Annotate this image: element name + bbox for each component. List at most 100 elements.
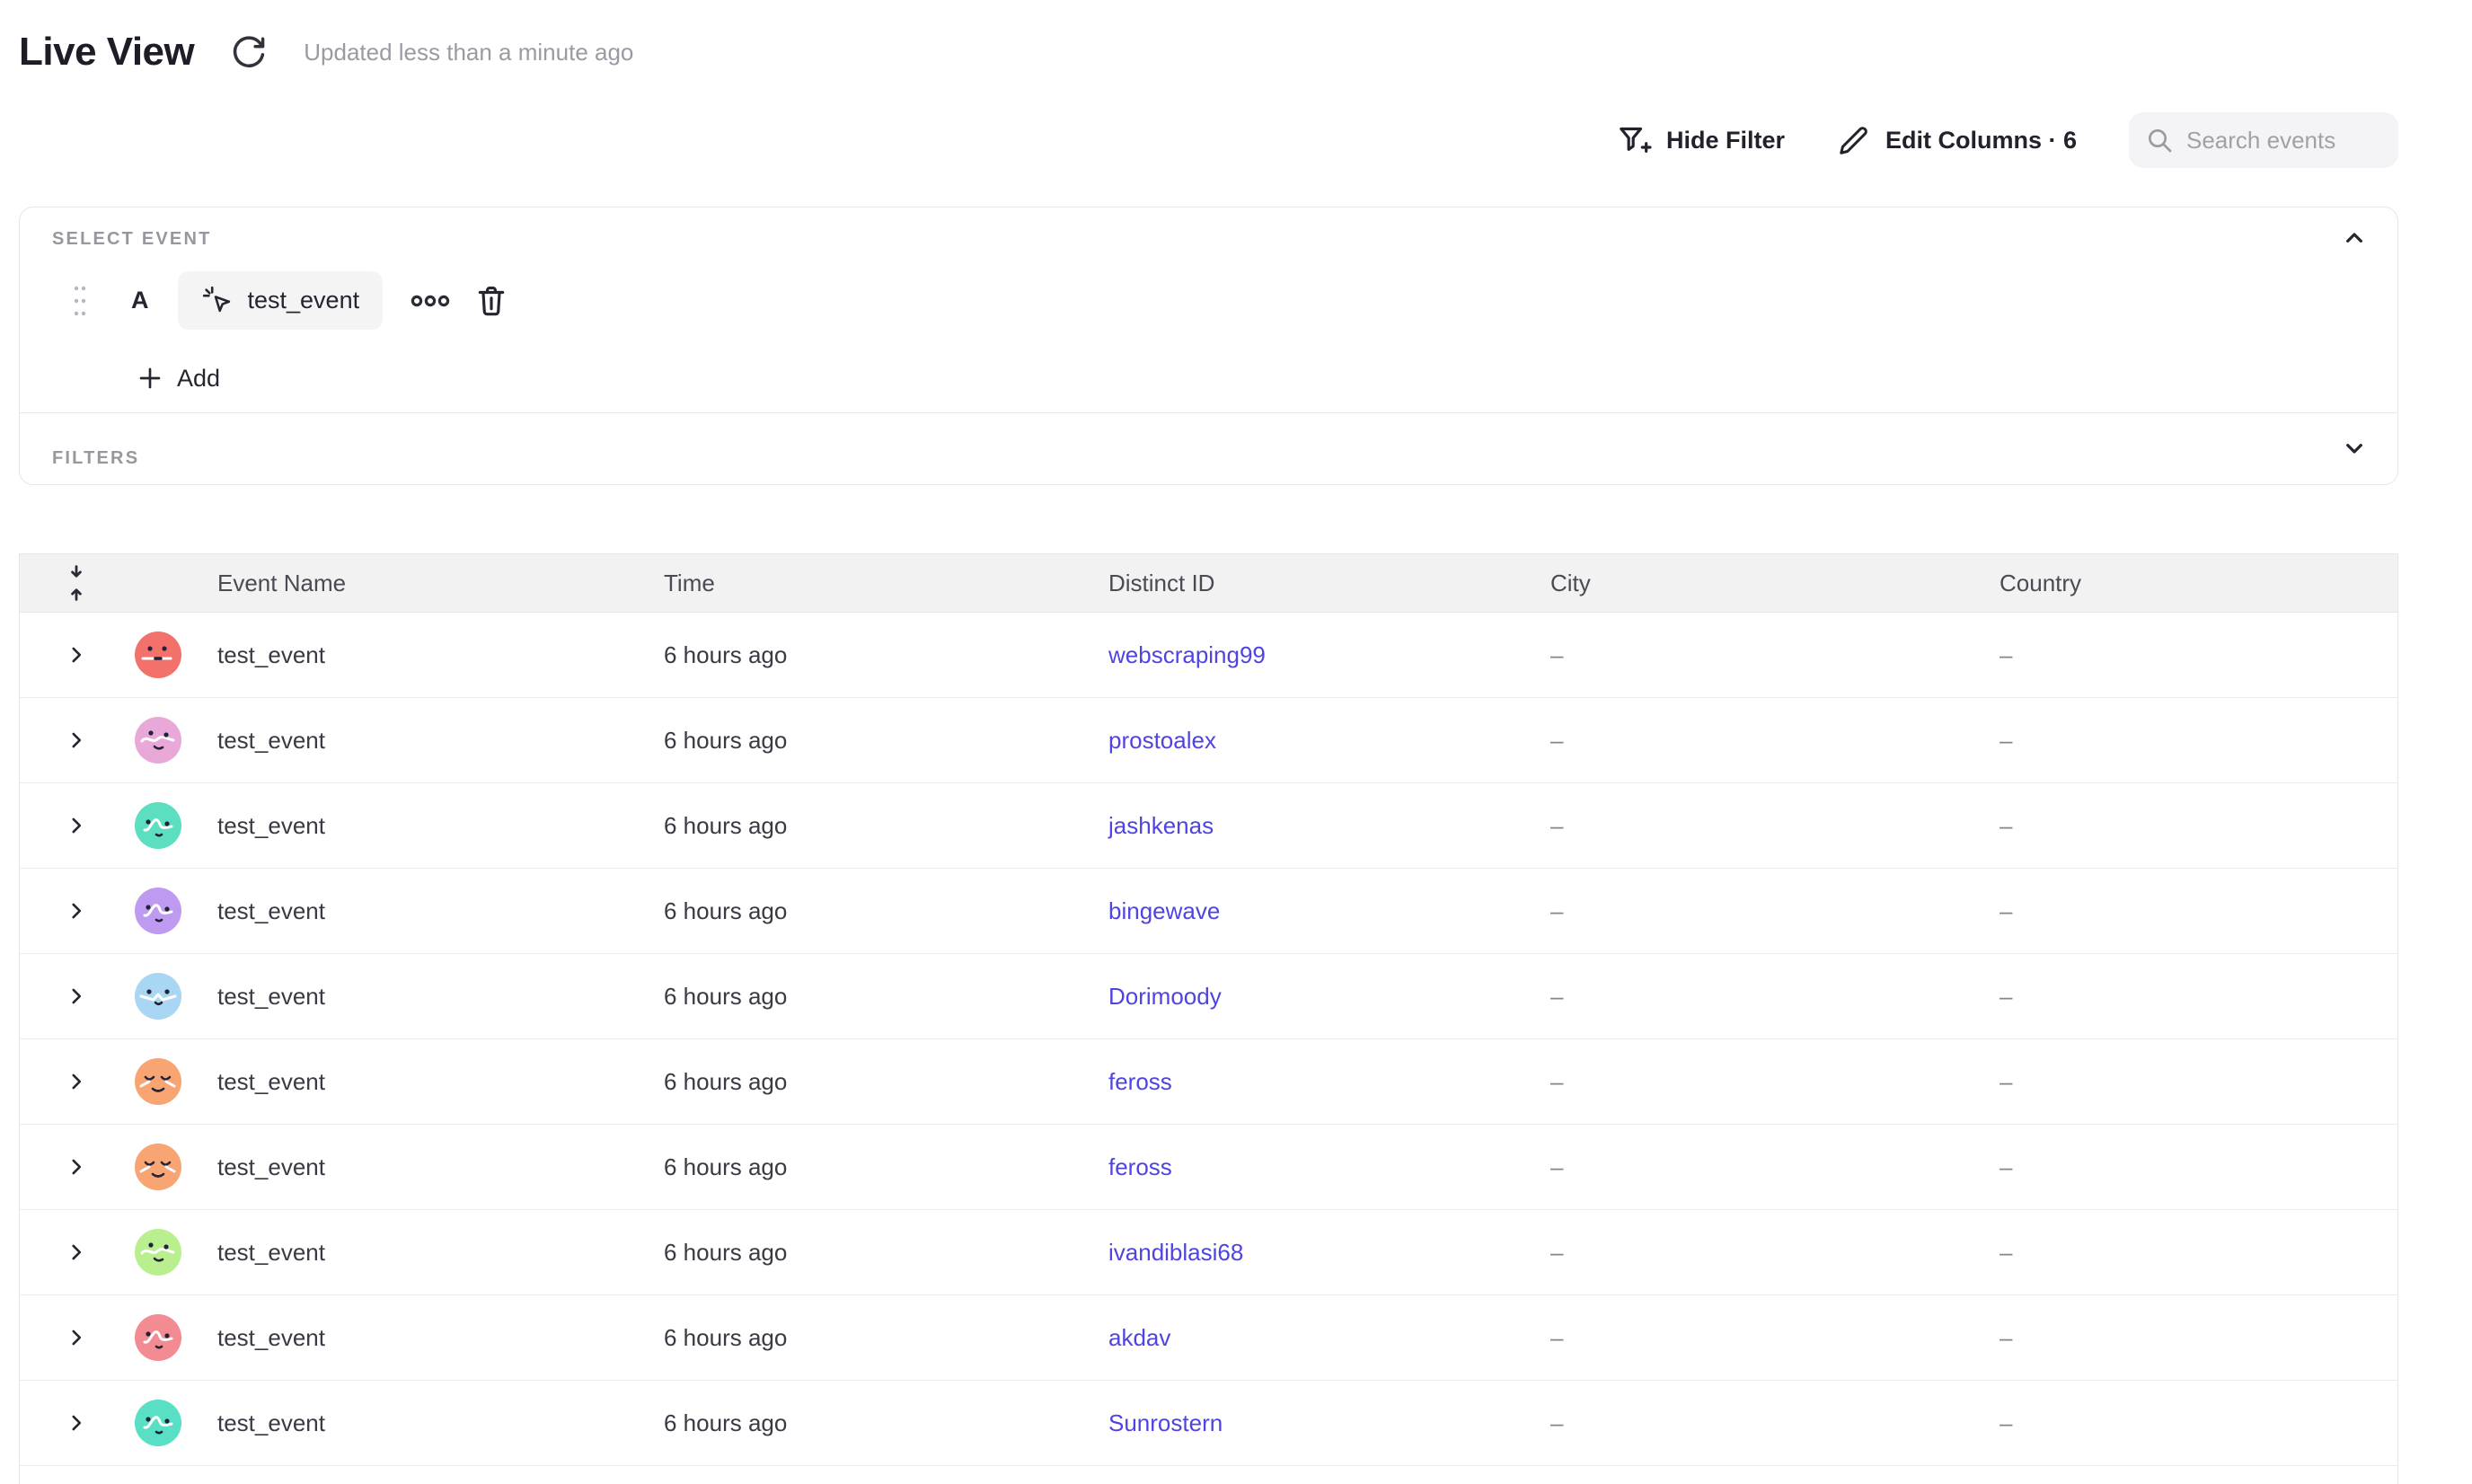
expand-filters-button[interactable] bbox=[2336, 430, 2372, 466]
user-avatar bbox=[133, 802, 217, 849]
chevron-right-icon bbox=[65, 1241, 88, 1264]
distinct-id-link[interactable]: jashkenas bbox=[1108, 812, 1214, 839]
distinct-id-link[interactable]: Dorimoody bbox=[1108, 983, 1222, 1010]
distinct-id-link[interactable]: feross bbox=[1108, 1068, 1172, 1095]
city-cell: – bbox=[1550, 1409, 2000, 1437]
table-header-row: Event Name Time Distinct ID City Country bbox=[20, 554, 2397, 613]
chevron-right-icon bbox=[65, 1326, 88, 1349]
column-header-event-name: Event Name bbox=[217, 570, 664, 597]
event-name-cell: test_event bbox=[217, 897, 664, 925]
events-table: Event Name Time Distinct ID City Country… bbox=[19, 553, 2398, 1484]
expand-row-button[interactable] bbox=[20, 985, 133, 1008]
partial-row bbox=[20, 1466, 2397, 1484]
trash-icon bbox=[474, 283, 508, 319]
edit-columns-button[interactable]: Edit Columns · 6 bbox=[1837, 123, 2077, 157]
user-avatar bbox=[133, 888, 217, 934]
event-pill-label: test_event bbox=[248, 287, 360, 314]
distinct-id-link[interactable]: Sunrostern bbox=[1108, 1409, 1223, 1436]
expand-row-button[interactable] bbox=[20, 1155, 133, 1179]
hide-filter-label: Hide Filter bbox=[1666, 127, 1785, 155]
event-row: A test_event bbox=[72, 271, 508, 330]
event-name-cell: test_event bbox=[217, 727, 664, 755]
search-icon bbox=[2145, 126, 2174, 155]
city-cell: – bbox=[1550, 1239, 2000, 1267]
column-header-country: Country bbox=[2000, 570, 2397, 597]
user-avatar bbox=[133, 1314, 217, 1361]
city-cell: – bbox=[1550, 1068, 2000, 1096]
chevron-right-icon bbox=[65, 729, 88, 752]
select-event-label: SELECT EVENT bbox=[52, 229, 212, 250]
distinct-id-link[interactable]: prostoalex bbox=[1108, 727, 1216, 754]
event-series-letter: A bbox=[131, 287, 149, 314]
expand-row-button[interactable] bbox=[20, 1326, 133, 1349]
user-avatar bbox=[133, 1400, 217, 1446]
expand-row-button[interactable] bbox=[20, 1411, 133, 1435]
refresh-icon bbox=[230, 33, 268, 71]
country-cell: – bbox=[2000, 641, 2397, 669]
collapse-rows-icon bbox=[63, 563, 90, 603]
collapse-select-event-button[interactable] bbox=[2336, 220, 2372, 256]
funnel-plus-icon bbox=[1616, 122, 1652, 158]
country-cell: – bbox=[2000, 1153, 2397, 1181]
time-cell: 6 hours ago bbox=[664, 897, 1108, 925]
expand-row-button[interactable] bbox=[20, 814, 133, 837]
chevron-right-icon bbox=[65, 643, 88, 667]
event-more-options-button[interactable] bbox=[410, 289, 451, 313]
add-event-button[interactable]: Add bbox=[136, 353, 220, 403]
more-options-icon bbox=[410, 289, 451, 313]
plus-icon bbox=[136, 364, 164, 393]
chevron-down-icon bbox=[2340, 434, 2369, 463]
event-name-cell: test_event bbox=[217, 1068, 664, 1096]
distinct-id-link[interactable]: bingewave bbox=[1108, 897, 1220, 924]
country-cell: – bbox=[2000, 727, 2397, 755]
event-name-cell: test_event bbox=[217, 1324, 664, 1352]
chevron-right-icon bbox=[65, 1411, 88, 1435]
country-cell: – bbox=[2000, 897, 2397, 925]
event-name-cell: test_event bbox=[217, 1409, 664, 1437]
distinct-id-link[interactable]: ivandiblasi68 bbox=[1108, 1239, 1243, 1266]
page-title: Live View bbox=[19, 30, 194, 75]
city-cell: – bbox=[1550, 897, 2000, 925]
time-cell: 6 hours ago bbox=[664, 727, 1108, 755]
country-cell: – bbox=[2000, 1324, 2397, 1352]
updated-status: Updated less than a minute ago bbox=[304, 39, 633, 66]
hide-filter-button[interactable]: Hide Filter bbox=[1616, 122, 1785, 158]
time-cell: 6 hours ago bbox=[664, 812, 1108, 840]
country-cell: – bbox=[2000, 1409, 2397, 1437]
user-avatar bbox=[133, 973, 217, 1020]
time-cell: 6 hours ago bbox=[664, 1324, 1108, 1352]
event-select-pill[interactable]: test_event bbox=[178, 271, 384, 330]
user-avatar bbox=[133, 1058, 217, 1105]
time-cell: 6 hours ago bbox=[664, 1153, 1108, 1181]
user-avatar bbox=[133, 1229, 217, 1276]
event-name-cell: test_event bbox=[217, 1239, 664, 1267]
event-delete-button[interactable] bbox=[474, 283, 508, 319]
country-cell: – bbox=[2000, 812, 2397, 840]
refresh-button[interactable] bbox=[228, 31, 269, 73]
chevron-right-icon bbox=[65, 814, 88, 837]
user-avatar bbox=[133, 632, 217, 678]
city-cell: – bbox=[1550, 812, 2000, 840]
collapse-all-rows-button[interactable] bbox=[20, 563, 133, 603]
expand-row-button[interactable] bbox=[20, 899, 133, 923]
panel-divider bbox=[20, 412, 2397, 413]
expand-row-button[interactable] bbox=[20, 1070, 133, 1093]
drag-dots-icon bbox=[72, 281, 88, 321]
table-row: test_event 6 hours ago webscraping99 – – bbox=[20, 613, 2397, 698]
column-header-city: City bbox=[1550, 570, 2000, 597]
expand-row-button[interactable] bbox=[20, 643, 133, 667]
distinct-id-link[interactable]: feross bbox=[1108, 1153, 1172, 1180]
table-row: test_event 6 hours ago Dorimoody – – bbox=[20, 954, 2397, 1039]
edit-columns-label: Edit Columns · 6 bbox=[1885, 127, 2077, 155]
expand-row-button[interactable] bbox=[20, 729, 133, 752]
live-view-page: Live View Updated less than a minute ago… bbox=[0, 0, 2472, 1484]
distinct-id-link[interactable]: akdav bbox=[1108, 1324, 1170, 1351]
drag-handle[interactable] bbox=[72, 280, 90, 322]
chevron-right-icon bbox=[65, 985, 88, 1008]
expand-row-button[interactable] bbox=[20, 1241, 133, 1264]
search-events-box bbox=[2129, 112, 2398, 168]
search-events-input[interactable] bbox=[2186, 127, 2382, 155]
distinct-id-link[interactable]: webscraping99 bbox=[1108, 641, 1266, 668]
table-row: test_event 6 hours ago ivandiblasi68 – – bbox=[20, 1210, 2397, 1295]
time-cell: 6 hours ago bbox=[664, 641, 1108, 669]
